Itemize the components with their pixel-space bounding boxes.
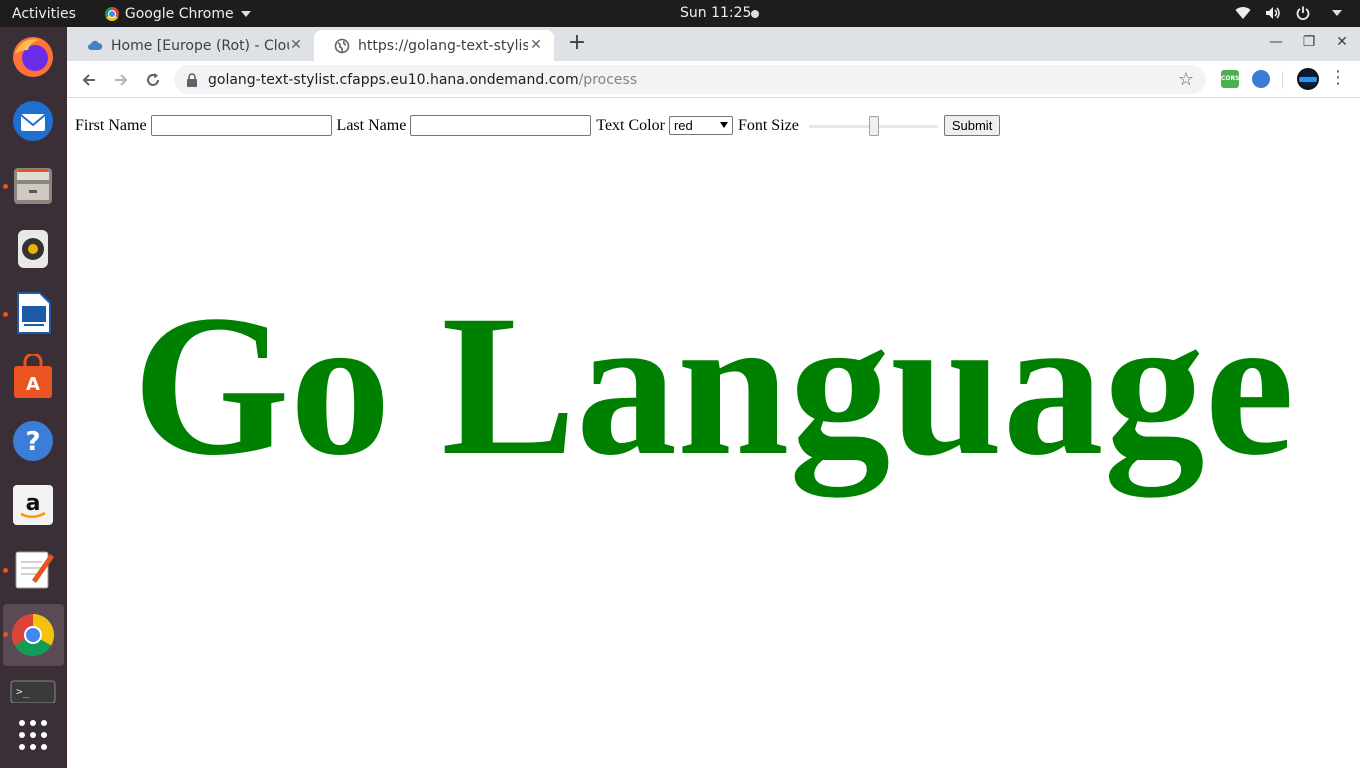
maximize-button[interactable]: ❐ (1298, 34, 1320, 54)
ubuntu-dock: A ? a >_ (0, 27, 67, 768)
close-icon[interactable]: ✕ (288, 37, 304, 53)
style-form: First Name Last Name Text Color red Font… (75, 115, 1001, 136)
tab-title: https://golang-text-stylist (358, 37, 528, 54)
software-center-icon[interactable]: A (10, 352, 56, 400)
text-editor-icon[interactable] (10, 546, 56, 592)
gnome-top-bar: Activities Google Chrome Sun 11:25 (0, 0, 1360, 27)
globe-icon (334, 38, 350, 54)
globe-extension-icon[interactable] (1252, 70, 1270, 88)
app-menu-label: Google Chrome (124, 5, 234, 22)
thunderbird-icon[interactable] (10, 98, 56, 144)
minimize-button[interactable]: — (1265, 34, 1287, 54)
cors-extension-icon[interactable]: CORS (1221, 70, 1239, 88)
running-indicator-icon (3, 632, 8, 637)
styled-output-text: Go Language (132, 273, 1295, 497)
svg-text:A: A (26, 374, 40, 395)
last-name-label: Last Name (336, 116, 407, 134)
reload-icon (147, 73, 159, 86)
app-menu[interactable]: Google Chrome (104, 5, 251, 22)
first-name-label: First Name (75, 116, 147, 134)
dropdown-arrow-icon (719, 122, 728, 128)
slider-thumb[interactable] (868, 115, 879, 136)
font-size-slider[interactable] (808, 115, 938, 136)
submit-button[interactable]: Submit (943, 115, 1001, 136)
arrow-right-icon (115, 74, 128, 86)
new-tab-button[interactable]: + (565, 32, 589, 56)
cloud-icon (87, 38, 103, 54)
rhythmbox-icon[interactable] (10, 226, 56, 272)
amazon-icon[interactable]: a (10, 482, 56, 528)
clock[interactable]: Sun 11:25 (680, 5, 751, 21)
back-button[interactable] (76, 67, 102, 93)
chevron-down-icon (240, 10, 251, 17)
bookmark-star-icon[interactable]: ☆ (1178, 69, 1194, 90)
notification-dot-icon (751, 10, 759, 18)
system-tray[interactable] (1235, 5, 1342, 21)
first-name-input[interactable] (150, 115, 332, 136)
font-size-label: Font Size (737, 116, 799, 134)
svg-text:?: ? (25, 427, 40, 457)
writer-icon[interactable] (10, 290, 56, 336)
running-indicator-icon (3, 568, 8, 573)
address-bar[interactable]: golang-text-stylist.cfapps.eu10.hana.ond… (174, 65, 1206, 94)
last-name-input[interactable] (410, 115, 592, 136)
close-window-button[interactable]: ✕ (1331, 34, 1353, 54)
wifi-icon[interactable] (1235, 5, 1251, 21)
arrow-left-icon (82, 74, 95, 86)
volume-icon[interactable] (1265, 5, 1281, 21)
browser-toolbar: golang-text-stylist.cfapps.eu10.hana.ond… (67, 61, 1360, 98)
forward-button[interactable] (108, 67, 134, 93)
activities-button[interactable]: Activities (12, 6, 76, 22)
chrome-window: Home [Europe (Rot) - Clou ✕ https://gola… (67, 27, 1360, 768)
running-indicator-icon (3, 312, 8, 317)
url-host: golang-text-stylist.cfapps.eu10.hana.ond… (208, 71, 579, 88)
url-path: /process (578, 71, 638, 88)
files-icon[interactable] (10, 162, 56, 208)
app-grid-icon[interactable] (10, 715, 56, 761)
help-icon[interactable]: ? (10, 418, 56, 464)
svg-text:>_: >_ (16, 685, 30, 698)
tab-strip: Home [Europe (Rot) - Clou ✕ https://gola… (67, 27, 1360, 61)
terminal-icon[interactable]: >_ (10, 677, 56, 704)
text-color-label: Text Color (596, 116, 665, 134)
svg-text:a: a (26, 491, 41, 516)
lock-icon[interactable] (186, 72, 198, 87)
reload-button[interactable] (140, 67, 166, 93)
kebab-menu-icon[interactable]: ⋮ (1329, 69, 1347, 89)
chrome-icon[interactable] (10, 612, 56, 658)
tab-golang-text-stylist[interactable]: https://golang-text-stylist ✕ (314, 30, 554, 61)
profile-avatar-icon[interactable] (1297, 68, 1319, 90)
chevron-down-icon[interactable] (1332, 10, 1342, 16)
toolbar-divider (1282, 71, 1283, 89)
power-icon[interactable] (1295, 5, 1311, 21)
tab-home-cloud[interactable]: Home [Europe (Rot) - Clou ✕ (67, 30, 314, 61)
text-color-select[interactable]: red (668, 116, 733, 135)
firefox-icon[interactable] (10, 34, 56, 80)
page-content: First Name Last Name Text Color red Font… (67, 99, 1360, 768)
close-icon[interactable]: ✕ (528, 37, 544, 53)
tab-title: Home [Europe (Rot) - Clou (111, 37, 289, 54)
running-indicator-icon (3, 184, 8, 189)
chrome-icon (104, 6, 119, 21)
text-color-selected: red (673, 118, 693, 133)
